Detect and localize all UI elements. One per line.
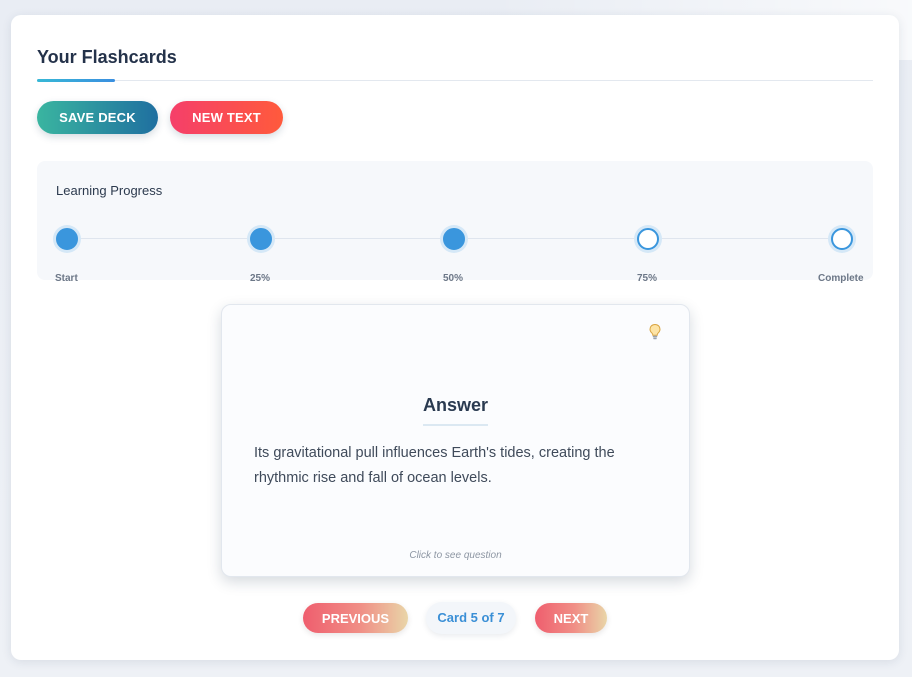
card-flip-hint: Click to see question xyxy=(409,550,502,561)
learning-progress-section: Learning Progress Start 25% 50% 75% Comp… xyxy=(37,161,873,284)
new-text-button[interactable]: NEW TEXT xyxy=(170,101,283,134)
card-heading-underline xyxy=(423,424,488,426)
progress-step-75-dot xyxy=(637,228,659,250)
progress-step-50-dot xyxy=(443,228,465,250)
next-button[interactable]: NEXT xyxy=(535,603,607,633)
card-counter: Card 5 of 7 xyxy=(426,602,516,634)
save-deck-button[interactable]: SAVE DECK xyxy=(37,101,158,134)
progress-step-complete-dot xyxy=(831,228,853,250)
previous-button[interactable]: PREVIOUS xyxy=(303,603,408,633)
progress-title: Learning Progress xyxy=(56,183,163,198)
progress-step-25-label: 25% xyxy=(250,273,271,284)
progress-step-75-label: 75% xyxy=(637,273,658,284)
flashcard[interactable]: Answer Its gravitational pull influences… xyxy=(221,304,690,577)
page-title: Your Flashcards xyxy=(37,47,177,67)
card-heading: Answer xyxy=(422,395,489,415)
progress-step-complete-label: Complete xyxy=(818,273,864,284)
progress-step-50-label: 50% xyxy=(443,273,464,284)
title-accent-bar xyxy=(37,79,115,82)
progress-step-start-dot xyxy=(56,228,78,250)
progress-step-start-label: Start xyxy=(55,273,78,284)
title-divider xyxy=(37,80,873,81)
card-answer-text: Its gravitational pull influences Earth'… xyxy=(254,445,615,486)
progress-step-25-dot xyxy=(250,228,272,250)
lightbulb-icon xyxy=(649,323,661,340)
